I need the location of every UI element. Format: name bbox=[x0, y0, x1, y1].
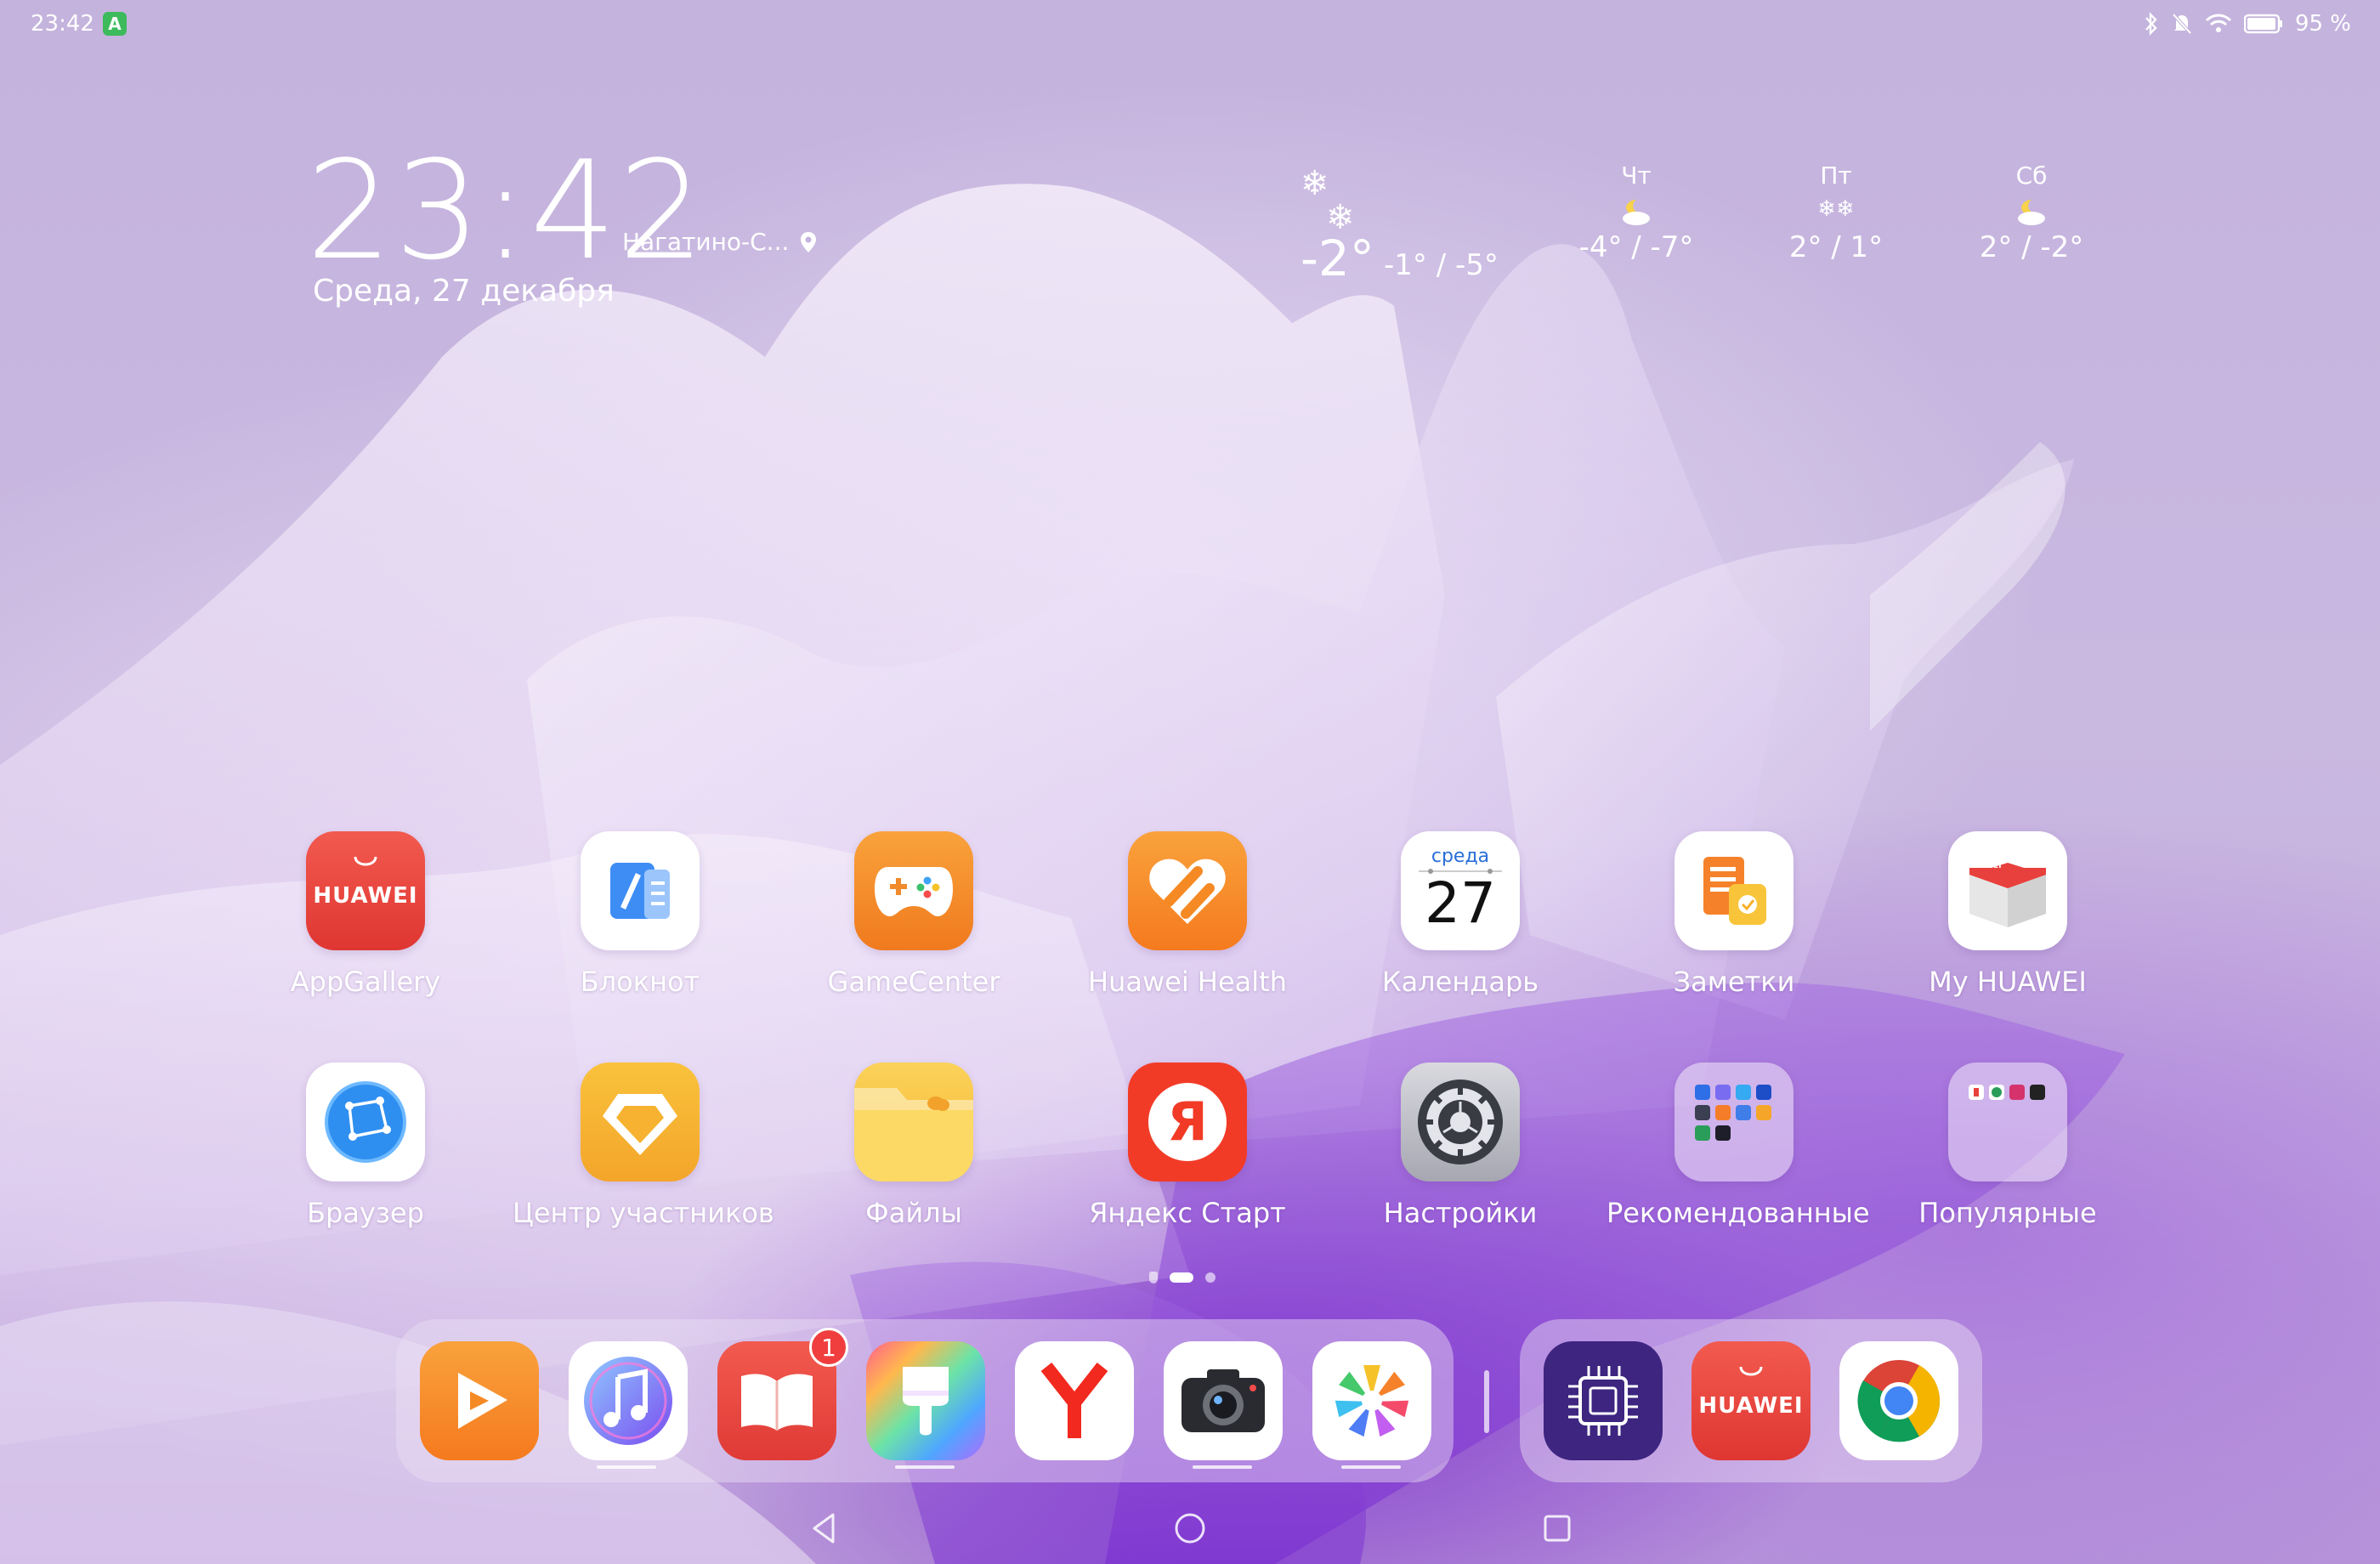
running-indicator bbox=[1193, 1465, 1252, 1469]
yandex-start-icon: Я bbox=[1128, 1062, 1247, 1182]
calendar-icon: среда 27 bbox=[1401, 831, 1520, 950]
browser-icon bbox=[306, 1062, 425, 1182]
app-label: Заметки bbox=[1673, 966, 1795, 998]
bluetooth-icon bbox=[2145, 12, 2157, 36]
app-notes[interactable]: Заметки bbox=[1606, 831, 1862, 998]
app-label: Календарь bbox=[1381, 966, 1539, 998]
snow-icon: ❄❄ bbox=[1300, 164, 1355, 237]
themes-icon[interactable] bbox=[866, 1341, 985, 1460]
clock-time[interactable]: 23:42 bbox=[306, 143, 706, 279]
health-icon bbox=[1128, 831, 1247, 950]
forecast-range: 2° / -2° bbox=[1979, 230, 2084, 264]
files-icon bbox=[854, 1062, 973, 1182]
app-label: AppGallery bbox=[290, 966, 441, 998]
app-yandex-start[interactable]: Я Яндекс Старт bbox=[1060, 1062, 1315, 1229]
app-calendar[interactable]: среда 27 Календарь bbox=[1333, 831, 1588, 998]
yandex-letter: Я bbox=[1167, 1091, 1208, 1153]
partly-cloudy-night-icon bbox=[1572, 196, 1700, 230]
weather-now-range: -1° / -5° bbox=[1384, 248, 1499, 282]
gamecenter-icon bbox=[854, 831, 973, 950]
app-label: Блокнот bbox=[580, 966, 700, 998]
page-dot-active[interactable] bbox=[1170, 1272, 1193, 1283]
cpu-icon[interactable] bbox=[1544, 1341, 1663, 1460]
appgallery-icon[interactable]: HUAWEI bbox=[1692, 1341, 1810, 1460]
app-label: Рекомендованные bbox=[1606, 1197, 1870, 1229]
app-notification-icon: A bbox=[102, 12, 127, 36]
video-icon[interactable] bbox=[420, 1341, 539, 1460]
my-huawei-icon-text: HUAWEI bbox=[1967, 862, 2002, 870]
calendar-day: 27 bbox=[1425, 870, 1496, 936]
app-files[interactable]: Файлы bbox=[786, 1062, 1041, 1229]
clock-date: Среда, 27 декабря bbox=[313, 274, 615, 309]
app-label: Популярные bbox=[1918, 1197, 2097, 1229]
notes-icon bbox=[1674, 831, 1794, 950]
running-indicator bbox=[1341, 1465, 1401, 1469]
folder-recommended[interactable]: Рекомендованные bbox=[1606, 1062, 1870, 1229]
app-member-center[interactable]: Центр участников bbox=[513, 1062, 774, 1229]
home-page-dot[interactable] bbox=[1149, 1272, 1158, 1284]
app-huawei-health[interactable]: Huawei Health bbox=[1060, 831, 1315, 998]
partly-cloudy-night-icon bbox=[1968, 196, 2095, 230]
app-label: Яндекс Старт bbox=[1089, 1197, 1286, 1229]
wifi-icon bbox=[2205, 14, 2231, 32]
clock-location[interactable]: Нагатино-С... bbox=[622, 228, 818, 256]
notepad-icon bbox=[581, 831, 700, 950]
appgallery-icon: HUAWEI bbox=[306, 831, 425, 950]
mute-bell-icon bbox=[2172, 13, 2192, 35]
running-indicator bbox=[597, 1465, 656, 1469]
app-label: Файлы bbox=[865, 1197, 962, 1229]
yandex-browser-icon[interactable] bbox=[1015, 1341, 1134, 1460]
snow-icon: ❄❄ bbox=[1817, 196, 1855, 222]
app-appgallery[interactable]: HUAWEI AppGallery bbox=[238, 831, 493, 998]
camera-icon[interactable] bbox=[1164, 1341, 1283, 1460]
weather-now-temp: -2° bbox=[1300, 230, 1374, 287]
music-icon[interactable] bbox=[569, 1341, 688, 1460]
dock-separator bbox=[1484, 1370, 1489, 1433]
my-huawei-icon: HUAWEI bbox=[1948, 831, 2067, 950]
home-button[interactable] bbox=[1171, 1510, 1209, 1547]
status-time: 23:42 bbox=[31, 11, 94, 37]
app-label: My HUAWEI bbox=[1929, 966, 2087, 998]
forecast-day-3: Сб 2° / -2° bbox=[1968, 162, 2095, 264]
battery-percent: 95 % bbox=[2294, 11, 2351, 37]
forecast-range: -4° / -7° bbox=[1578, 230, 1694, 264]
gallery-icon[interactable] bbox=[1312, 1341, 1431, 1460]
calendar-weekday: среда bbox=[1431, 845, 1490, 867]
running-indicator bbox=[895, 1465, 955, 1469]
status-bar-right: 95 % bbox=[2144, 7, 2351, 41]
folder-icon bbox=[1948, 1062, 2067, 1182]
back-button[interactable] bbox=[806, 1510, 843, 1547]
folder-popular[interactable]: Популярные bbox=[1880, 1062, 2135, 1229]
chrome-icon[interactable] bbox=[1839, 1341, 1958, 1460]
folder-icon bbox=[1674, 1062, 1794, 1182]
app-label: GameCenter bbox=[827, 966, 1000, 998]
forecast-day-1: Чт -4° / -7° bbox=[1572, 162, 1700, 264]
app-notepad[interactable]: Блокнот bbox=[513, 831, 768, 998]
app-browser[interactable]: Браузер bbox=[238, 1062, 493, 1229]
forecast-range: 2° / 1° bbox=[1788, 230, 1884, 264]
app-label: Браузер bbox=[307, 1197, 424, 1229]
status-bar-left: 23:42 A bbox=[31, 7, 127, 41]
forecast-day-2: Пт ❄❄ 2° / 1° bbox=[1772, 162, 1900, 264]
recents-button[interactable] bbox=[1538, 1510, 1576, 1547]
location-label: Нагатино-С... bbox=[622, 228, 790, 256]
dock bbox=[396, 1319, 1454, 1482]
app-settings[interactable]: Настройки bbox=[1333, 1062, 1588, 1229]
books-badge: 1 bbox=[809, 1328, 848, 1367]
app-gamecenter[interactable]: GameCenter bbox=[786, 831, 1041, 998]
settings-icon bbox=[1401, 1062, 1520, 1182]
app-my-huawei[interactable]: HUAWEI My HUAWEI bbox=[1880, 831, 2135, 998]
page-dot[interactable] bbox=[1205, 1272, 1216, 1283]
app-label: Настройки bbox=[1383, 1197, 1538, 1229]
forecast-day-label: Сб bbox=[2015, 162, 2048, 190]
app-label: Центр участников bbox=[513, 1197, 774, 1229]
location-pin-icon bbox=[801, 231, 817, 252]
forecast-day-label: Пт bbox=[1820, 162, 1852, 190]
app-label: Huawei Health bbox=[1088, 966, 1287, 998]
member-center-icon bbox=[581, 1062, 700, 1182]
page-indicator[interactable] bbox=[1149, 1272, 1216, 1284]
dock-recent: HUAWEI bbox=[1520, 1319, 1982, 1482]
battery-icon bbox=[2243, 14, 2282, 34]
forecast-day-label: Чт bbox=[1621, 162, 1652, 190]
